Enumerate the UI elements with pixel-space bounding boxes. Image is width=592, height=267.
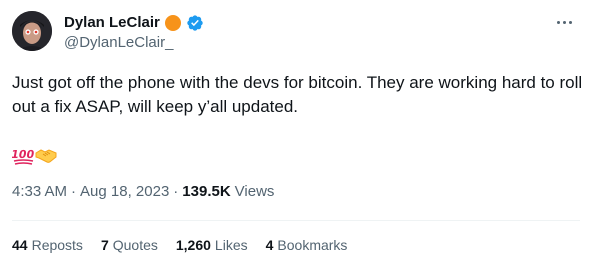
verified-badge-icon[interactable] [186,14,204,32]
stat-likes[interactable]: 1,260 Likes [176,235,248,255]
meta-separator: · [173,183,179,200]
stat-count: 44 [12,237,28,253]
avatar[interactable] [12,11,52,51]
meta-separator: · [71,183,77,200]
stat-quotes[interactable]: 7 Quotes [101,235,158,255]
stat-count: 4 [265,237,274,253]
stat-label: Bookmarks [277,237,348,253]
tweet-time[interactable]: 4:33 AM [12,182,67,202]
stat-label: Reposts [31,237,83,253]
stat-bookmarks[interactable]: 4 Bookmarks [266,235,348,255]
author-name-row: Dylan LeClair [64,14,204,32]
author-display-name[interactable]: Dylan LeClair [64,14,160,32]
stat-label: Quotes [112,237,158,253]
avatar-image [12,11,52,51]
bitcoin-circle-icon [164,14,182,32]
tweet-meta: 4:33 AM · Aug 18, 2023 · 139.5K Views [12,182,274,202]
tweet-emoji-line: 100 [12,144,57,166]
tweet-date[interactable]: Aug 18, 2023 [80,182,169,202]
hundred-points-emoji-icon: 100 [12,144,34,166]
views-count: 139.5K [182,183,231,200]
more-horizontal-icon[interactable] [552,12,576,32]
views-label: Views [234,183,275,200]
stat-label: Likes [214,237,248,253]
handshake-emoji-icon [35,144,57,166]
divider [12,220,580,221]
svg-text:100: 100 [12,148,34,161]
engagement-stats: 44 Reposts 7 Quotes 1,260 Likes 4 Bookma… [12,235,365,255]
stat-count: 7 [100,237,109,253]
stat-reposts[interactable]: 44 Reposts [12,235,83,255]
author-handle[interactable]: @DylanLeClair_ [64,34,173,52]
stat-count: 1,260 [175,237,211,253]
tweet-text: Just got off the phone with the devs for… [12,73,583,116]
